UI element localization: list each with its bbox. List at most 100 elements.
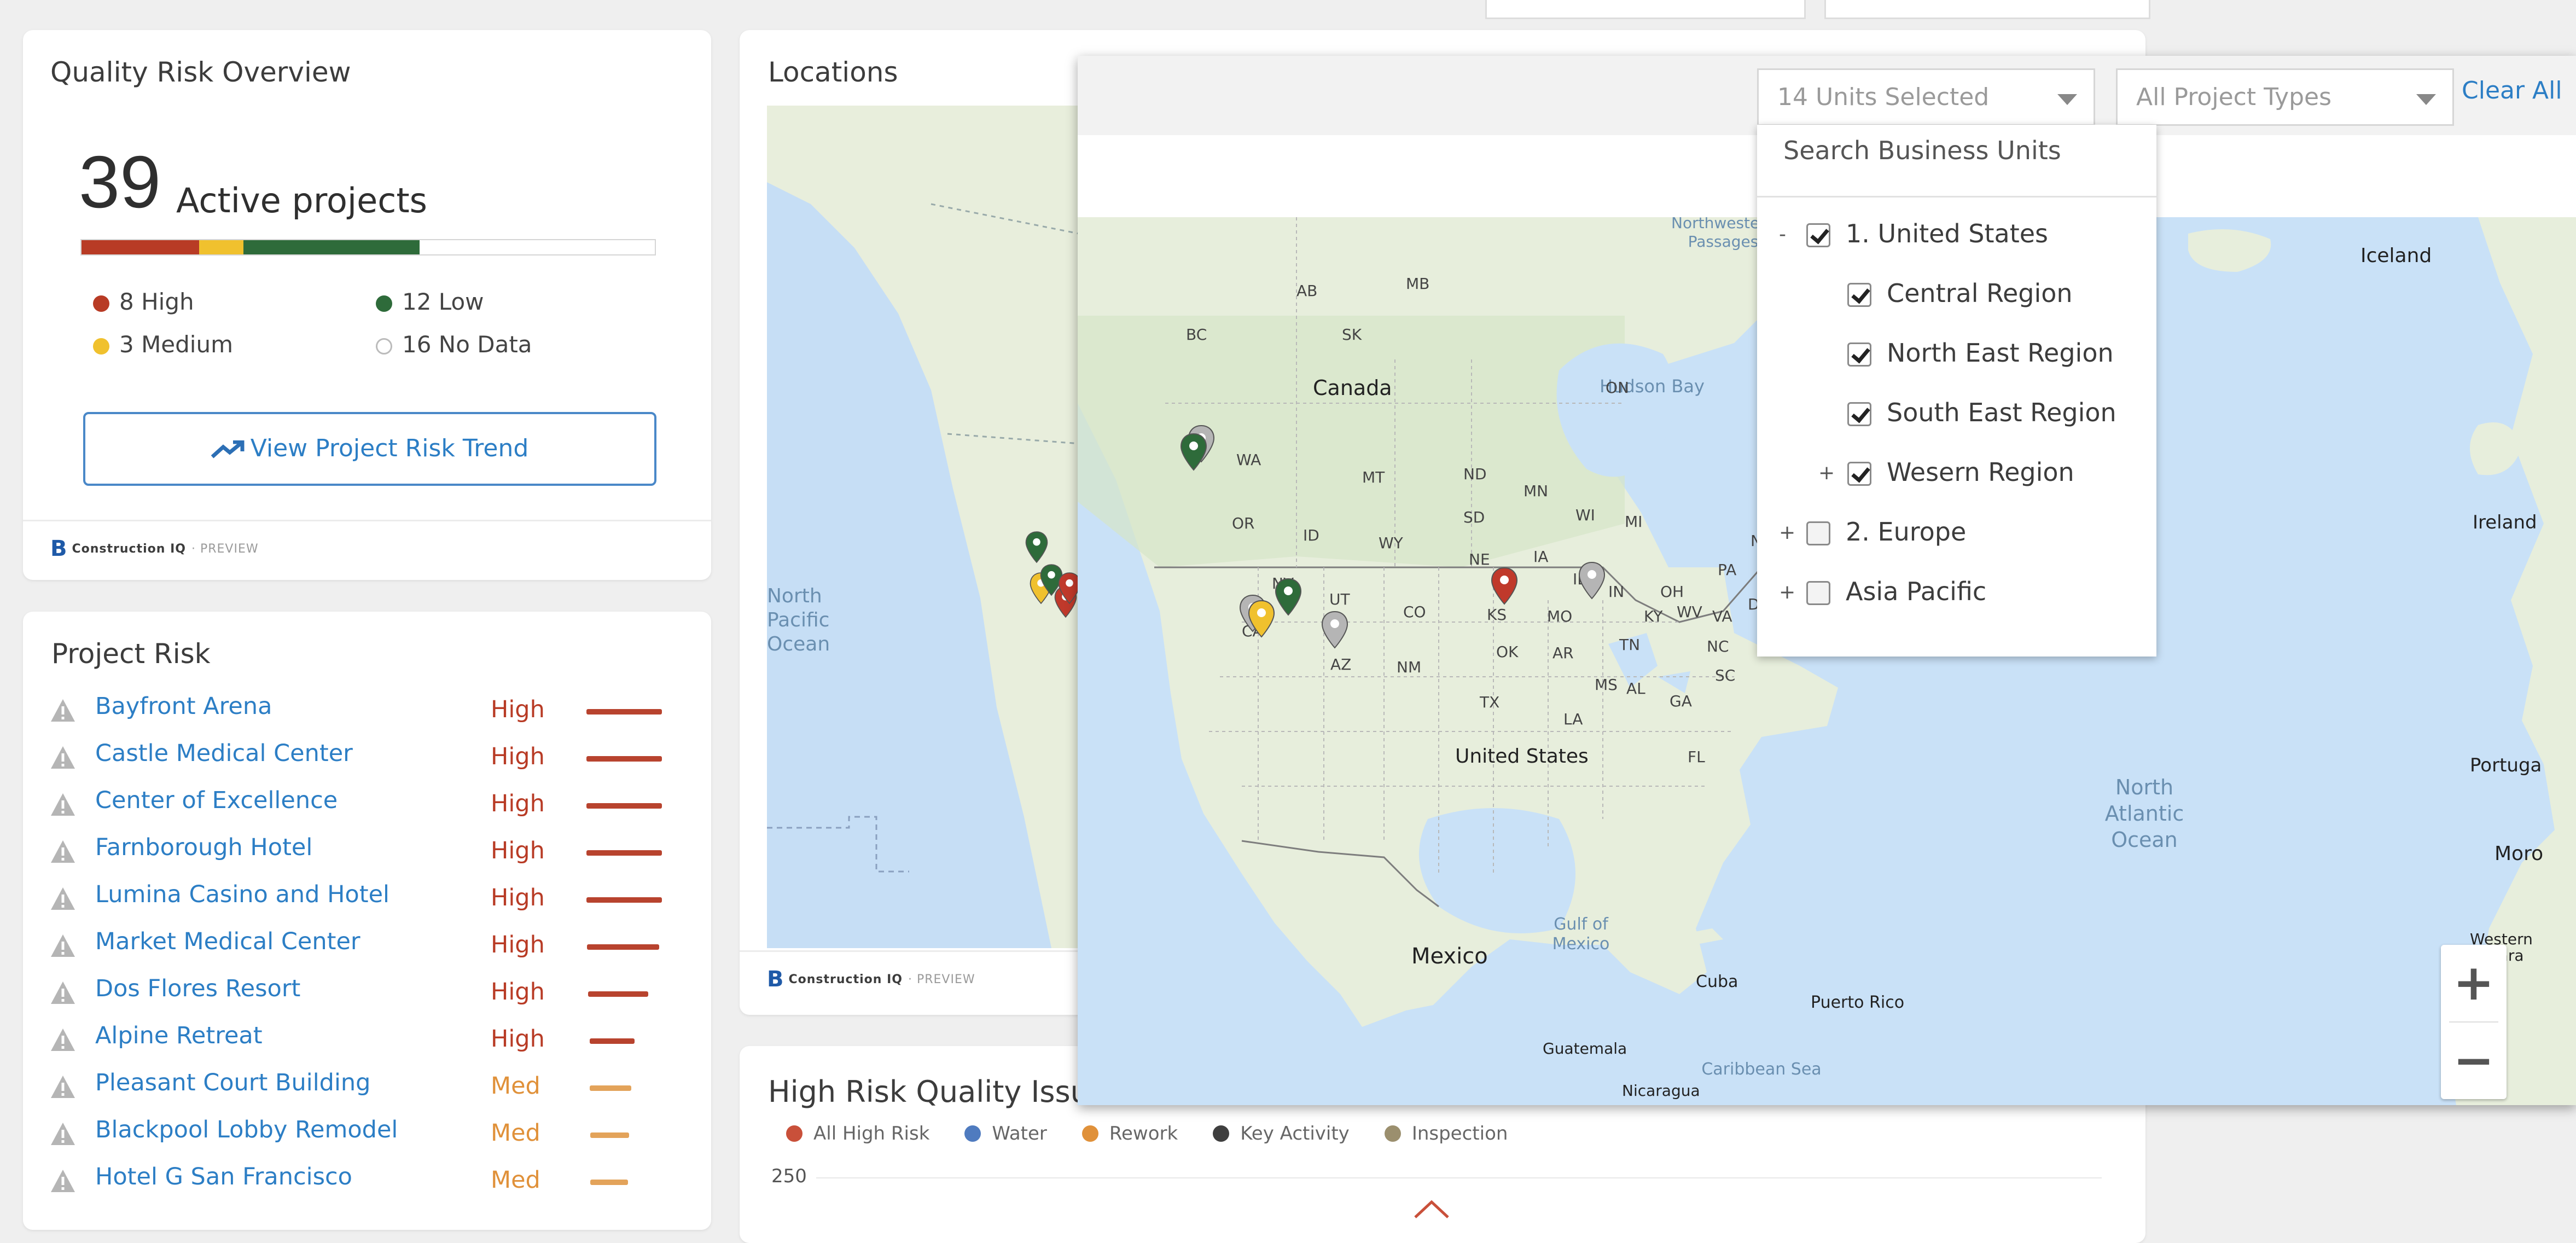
project-link[interactable]: Pleasant Court Building xyxy=(95,1069,370,1096)
issues-legend-item[interactable]: All High Risk xyxy=(786,1123,929,1145)
risk-level: High xyxy=(491,696,545,723)
project-risk-card: Project Risk Bayfront Arena High Castle Me… xyxy=(23,612,711,1230)
tree-item[interactable]: +2. Europe xyxy=(1757,517,2156,576)
tree-checkbox[interactable] xyxy=(1806,521,1830,545)
locations-map-land xyxy=(767,106,1096,948)
state-label: KY xyxy=(1644,607,1663,625)
tree-item[interactable]: Central Region xyxy=(1757,278,2156,338)
project-link[interactable]: Bayfront Arena xyxy=(95,693,272,720)
project-link[interactable]: Hotel G San Francisco xyxy=(95,1163,352,1190)
state-label: NE xyxy=(1469,550,1490,568)
tree-checkbox[interactable] xyxy=(1847,462,1871,486)
project-link[interactable]: Lumina Casino and Hotel xyxy=(95,881,389,908)
project-link[interactable]: Market Medical Center xyxy=(95,928,360,955)
state-label: PA xyxy=(1718,561,1737,579)
state-label: LA xyxy=(1563,710,1583,728)
tree-toggle-icon[interactable]: + xyxy=(1779,521,1795,544)
water-label-gulf: Gulf of Mexico xyxy=(1552,915,1610,954)
tree-item[interactable]: + Wesern Region xyxy=(1757,457,2156,516)
tree-toggle-icon[interactable]: + xyxy=(1779,581,1795,603)
tree-item[interactable]: - 1. United States xyxy=(1757,219,2156,278)
project-link[interactable]: Castle Medical Center xyxy=(95,740,353,767)
project-risk-row: Alpine Retreat High xyxy=(23,1018,711,1065)
quality-risk-card: Quality Risk Overview 39 Active projects… xyxy=(23,30,711,580)
state-label: WV xyxy=(1677,603,1702,621)
tree-toggle-icon[interactable]: + xyxy=(1818,462,1835,484)
issues-legend-item[interactable]: Water xyxy=(964,1123,1047,1145)
state-label: AR xyxy=(1552,644,1574,662)
warning-icon xyxy=(51,746,75,769)
project-link[interactable]: Dos Flores Resort xyxy=(95,975,300,1002)
project-types-select[interactable]: All Project Types xyxy=(2116,68,2454,126)
map-pin-icon[interactable] xyxy=(1321,611,1349,649)
card-divider xyxy=(23,520,711,521)
risk-level: Med xyxy=(491,1072,540,1100)
issues-legend-item[interactable]: Rework xyxy=(1081,1123,1178,1145)
map-label-guatemala: Guatemala xyxy=(1543,1039,1627,1058)
tree-item[interactable]: South East Region xyxy=(1757,398,2156,457)
warning-icon xyxy=(51,1170,75,1192)
map-label-nicaragua: Nicaragua xyxy=(1622,1082,1700,1100)
map-pin-icon[interactable] xyxy=(1274,578,1302,616)
map-pin-icon[interactable] xyxy=(1247,600,1276,638)
project-risk-row: Blackpool Lobby Remodel Med xyxy=(23,1112,711,1159)
map-label-ireland: Ireland xyxy=(2473,512,2537,533)
warning-icon xyxy=(51,981,75,1004)
tree-checkbox[interactable] xyxy=(1847,342,1871,367)
caret-down-icon xyxy=(2057,94,2077,105)
map-label-morocco: Moro xyxy=(2494,843,2544,865)
risk-level: High xyxy=(491,790,545,817)
map-label-mexico: Mexico xyxy=(1411,944,1488,969)
project-link[interactable]: Center of Excellence xyxy=(95,787,338,814)
warning-icon xyxy=(51,793,75,816)
legend-high: 8 High xyxy=(93,288,194,315)
issues-legend-item[interactable]: Inspection xyxy=(1384,1123,1508,1145)
map-pin-icon[interactable] xyxy=(1179,433,1208,471)
state-label: SD xyxy=(1463,508,1485,526)
tree-item-label: 2. Europe xyxy=(1846,517,1967,547)
project-risk-row: Hotel G San Francisco Med xyxy=(23,1159,711,1206)
business-units-search[interactable]: Search Business Units xyxy=(1757,125,2156,198)
tree-item[interactable]: + Asia Pacific xyxy=(1757,577,2156,636)
tree-checkbox[interactable] xyxy=(1806,223,1830,247)
issues-legend-item[interactable]: Key Activity xyxy=(1213,1123,1350,1145)
tree-item[interactable]: North East Region xyxy=(1757,338,2156,397)
tree-checkbox[interactable] xyxy=(1847,283,1871,307)
state-label: OH xyxy=(1660,583,1684,601)
project-risk-row: Bayfront Arena High xyxy=(23,688,711,735)
high-risk-issues-title: High Risk Quality Issu xyxy=(768,1074,1089,1109)
clear-all-link[interactable]: Clear All xyxy=(2462,77,2562,104)
map-pin-icon[interactable] xyxy=(1490,567,1519,605)
risk-distribution-bar xyxy=(80,239,656,255)
state-label: MI xyxy=(1625,513,1643,531)
warning-icon xyxy=(51,1029,75,1051)
project-link[interactable]: Alpine Retreat xyxy=(95,1022,263,1049)
zoom-out-button[interactable]: − xyxy=(2441,1023,2507,1099)
warning-icon xyxy=(51,934,75,957)
tree-checkbox[interactable] xyxy=(1806,581,1830,605)
project-link[interactable]: Blackpool Lobby Remodel xyxy=(95,1116,398,1143)
state-label: WY xyxy=(1379,534,1403,552)
tree-item-label: 1. United States xyxy=(1846,219,2048,248)
business-units-select[interactable]: 14 Units Selected xyxy=(1757,68,2095,126)
location-pin-icon[interactable] xyxy=(1025,531,1049,564)
warning-icon xyxy=(51,887,75,910)
risk-score-bar xyxy=(586,756,662,762)
state-label: UT xyxy=(1329,590,1350,608)
legend-low: 12 Low xyxy=(376,288,484,315)
active-projects-label: Active projects xyxy=(176,181,427,220)
tree-item-label: Central Region xyxy=(1887,278,2073,308)
tree-checkbox[interactable] xyxy=(1847,402,1871,426)
map-pin-icon[interactable] xyxy=(1578,561,1606,600)
map-label-us: United States xyxy=(1455,745,1589,768)
project-link[interactable]: Farnborough Hotel xyxy=(95,834,312,861)
tree-toggle-icon[interactable]: - xyxy=(1779,223,1786,246)
trend-up-icon xyxy=(211,440,245,458)
state-label: TX xyxy=(1480,693,1500,711)
project-risk-row: Center of Excellence High xyxy=(23,782,711,829)
water-label-atlantic: North Atlantic Ocean xyxy=(2104,775,2184,852)
view-risk-trend-button[interactable]: View Project Risk Trend xyxy=(83,412,656,486)
zoom-in-button[interactable]: + xyxy=(2441,945,2507,1021)
hidden-top-select-2 xyxy=(1824,0,2150,19)
risk-level: High xyxy=(491,1025,545,1053)
